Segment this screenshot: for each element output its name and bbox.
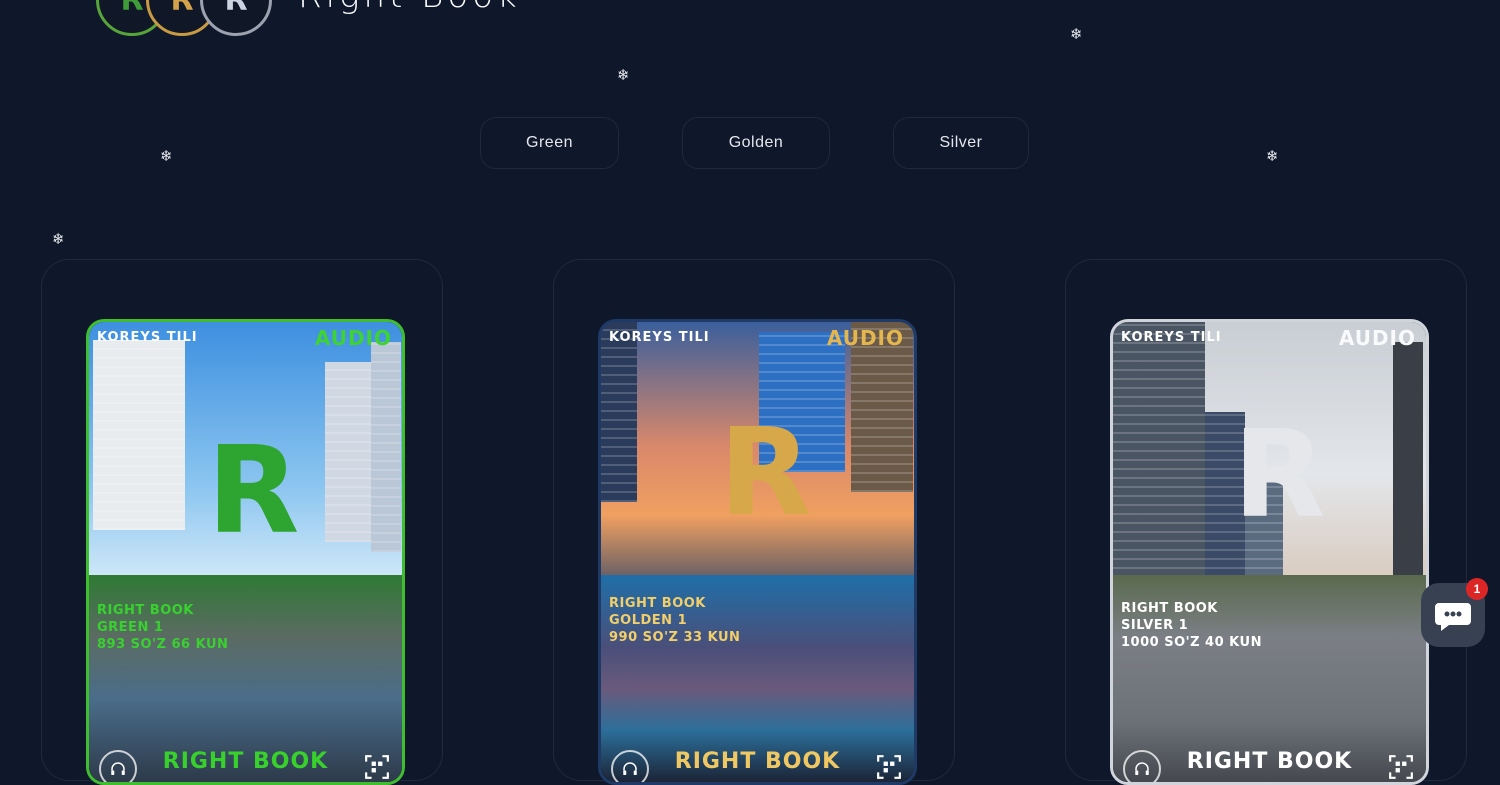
cover-subject: KOREYS TILI xyxy=(1121,330,1222,345)
snowflake-icon: ❄ xyxy=(160,147,173,165)
r-logo-icon: R xyxy=(719,404,812,543)
cover-info-words: 1000 SO'Z 40 KUN xyxy=(1121,635,1262,650)
headphones-icon[interactable] xyxy=(1123,750,1161,782)
qr-scan-icon[interactable] xyxy=(364,754,390,780)
product-card-silver[interactable]: R KOREYS TILI AUDIO RIGHT BOOK SILVER 1 … xyxy=(1065,259,1467,785)
cover-subject: KOREYS TILI xyxy=(97,330,198,345)
cover-audio-label: AUDIO xyxy=(314,326,392,350)
cover-info-title: RIGHT BOOK xyxy=(97,603,194,618)
book-cover-golden[interactable]: R KOREYS TILI AUDIO RIGHT BOOK GOLDEN 1 … xyxy=(598,319,917,785)
cover-info-words: 893 SO'Z 66 KUN xyxy=(97,637,229,652)
filter-silver-button[interactable]: Silver xyxy=(893,117,1029,169)
cover-info-level: GOLDEN 1 xyxy=(609,613,688,628)
building xyxy=(93,340,185,530)
logo[interactable]: R R R xyxy=(92,0,282,40)
cover-subject: KOREYS TILI xyxy=(609,330,710,345)
notification-badge: 1 xyxy=(1466,578,1488,600)
r-logo-icon: R xyxy=(1233,406,1326,545)
logo-ring-silver: R xyxy=(200,0,272,36)
cover-audio-label: AUDIO xyxy=(1338,326,1416,350)
book-cover-green[interactable]: R KOREYS TILI AUDIO RIGHT BOOK GREEN 1 8… xyxy=(86,319,405,785)
product-card-golden[interactable]: R KOREYS TILI AUDIO RIGHT BOOK GOLDEN 1 … xyxy=(553,259,955,785)
cover-info-title: RIGHT BOOK xyxy=(1121,601,1218,616)
cover-info-words: 990 SO'Z 33 KUN xyxy=(609,630,741,645)
snowflake-icon: ❄ xyxy=(1070,25,1083,43)
snowflake-icon: ❄ xyxy=(52,230,65,248)
qr-scan-icon[interactable] xyxy=(876,754,902,780)
qr-scan-icon[interactable] xyxy=(1388,754,1414,780)
snowflake-icon: ❄ xyxy=(617,66,630,84)
cover-audio-label: AUDIO xyxy=(826,326,904,350)
cover-info-level: SILVER 1 xyxy=(1121,618,1189,633)
building xyxy=(601,322,637,502)
headphones-icon[interactable] xyxy=(99,750,137,782)
product-card-green[interactable]: R KOREYS TILI AUDIO RIGHT BOOK GREEN 1 8… xyxy=(41,259,443,785)
snowflake-icon: ❄ xyxy=(1266,147,1279,165)
headphones-icon[interactable] xyxy=(611,750,649,782)
chat-bubble-icon xyxy=(1435,603,1471,631)
book-cover-silver[interactable]: R KOREYS TILI AUDIO RIGHT BOOK SILVER 1 … xyxy=(1110,319,1429,785)
building xyxy=(371,342,401,552)
filter-golden-button[interactable]: Golden xyxy=(682,117,830,169)
brand-name[interactable]: Right Book xyxy=(298,0,521,16)
building xyxy=(325,362,375,542)
cover-info-level: GREEN 1 xyxy=(97,620,164,635)
cover-info-title: RIGHT BOOK xyxy=(609,596,706,611)
r-logo-icon: R xyxy=(207,422,300,561)
filter-green-button[interactable]: Green xyxy=(480,117,619,169)
